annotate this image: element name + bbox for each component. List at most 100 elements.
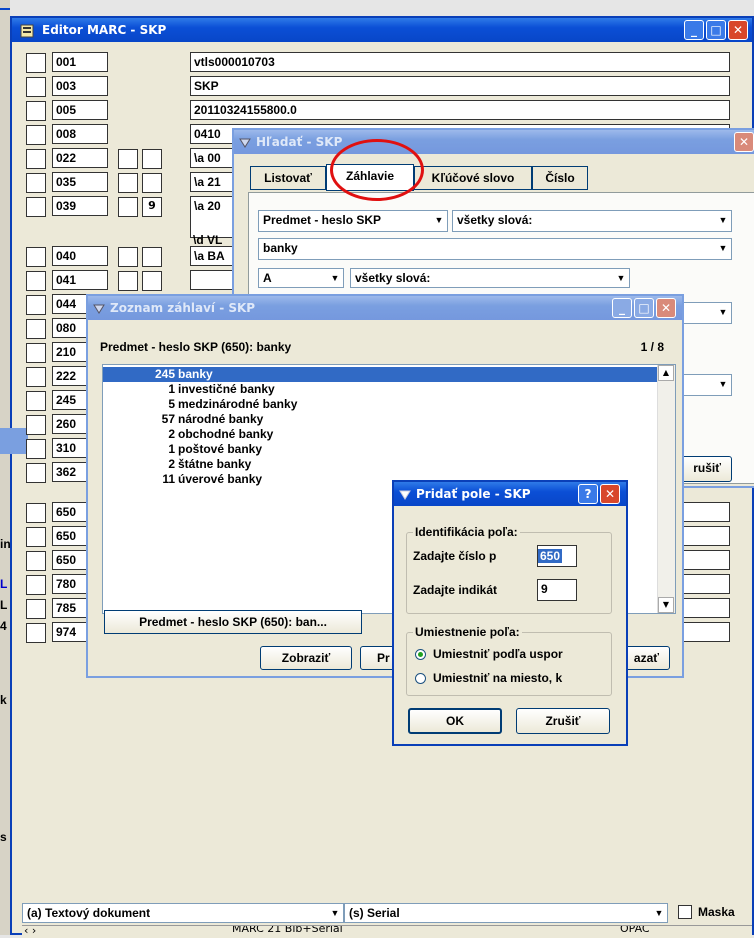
heading-list-item[interactable]: 5 medzinárodné banky: [103, 397, 657, 412]
heading-list-header: Predmet - heslo SKP (650): banky: [100, 340, 292, 354]
row-select-checkbox[interactable]: [26, 77, 46, 97]
marc-value-field[interactable]: 20110324155800.0: [190, 100, 730, 120]
close-icon[interactable]: ✕: [600, 484, 620, 504]
indicator-1-field[interactable]: [118, 149, 138, 169]
search-term-input[interactable]: banky ▼: [258, 238, 732, 260]
heading-list-scrollbar[interactable]: ▲ ▼: [657, 365, 675, 613]
field-identification-group: Identifikácia poľa: Zadajte číslo p 650 …: [406, 525, 612, 614]
row-select-checkbox[interactable]: [26, 367, 46, 387]
boolean-operator-select[interactable]: A ▼: [258, 268, 344, 288]
close-icon[interactable]: ✕: [656, 298, 676, 318]
maximize-icon[interactable]: □: [706, 20, 726, 40]
tab-listovat[interactable]: Listovať: [250, 166, 326, 190]
row-select-checkbox[interactable]: [26, 527, 46, 547]
marc-tag-field[interactable]: 039: [52, 196, 108, 216]
heading-list-item[interactable]: 1 investičné banky: [103, 382, 657, 397]
maximize-icon[interactable]: □: [634, 298, 654, 318]
chevron-down-icon: ▼: [654, 908, 664, 918]
marc-tag-field[interactable]: 001: [52, 52, 108, 72]
marc-tag-field[interactable]: 035: [52, 172, 108, 192]
heading-list-item[interactable]: 2 štátne banky: [103, 457, 657, 472]
row-select-checkbox[interactable]: [26, 391, 46, 411]
document-type-select[interactable]: (a) Textový dokument ▼: [22, 903, 344, 923]
tab-cislo[interactable]: Číslo: [532, 166, 588, 190]
row-select-checkbox[interactable]: [26, 149, 46, 169]
indicator-1-field[interactable]: [118, 197, 138, 217]
heading-label: investičné banky: [178, 382, 275, 396]
indicator-1-field[interactable]: [118, 247, 138, 267]
scroll-up-icon[interactable]: ▲: [658, 365, 674, 381]
cancel-button[interactable]: Zrušiť: [516, 708, 610, 734]
heading-count: 5: [168, 397, 175, 411]
row-select-checkbox[interactable]: [26, 101, 46, 121]
marc-value-field[interactable]: vtls000010703: [190, 52, 730, 72]
indicator-2-field[interactable]: [142, 271, 162, 291]
row-select-checkbox[interactable]: [26, 463, 46, 483]
heading-list-item[interactable]: 57 národné banky: [103, 412, 657, 427]
row-select-checkbox[interactable]: [26, 197, 46, 217]
radio-at-position[interactable]: Umiestniť na miesto, k: [415, 671, 611, 687]
add-field-titlebar[interactable]: Pridať pole - SKP ? ✕: [394, 482, 626, 506]
indicator-2-field[interactable]: [142, 149, 162, 169]
marc-tag-field[interactable]: 008: [52, 124, 108, 144]
search-mode-select-2[interactable]: všetky slová: ▼: [350, 268, 630, 288]
radio-by-order[interactable]: Umiestniť podľa uspor: [415, 647, 611, 663]
row-select-checkbox[interactable]: [26, 271, 46, 291]
heading-label: obchodné banky: [178, 427, 274, 441]
radio-at-position-label: Umiestniť na miesto, k: [433, 671, 563, 685]
chevron-down-icon: ▼: [616, 273, 626, 283]
row-select-checkbox[interactable]: [26, 599, 46, 619]
indicator-input[interactable]: 9: [537, 579, 577, 601]
scroll-down-icon[interactable]: ▼: [658, 597, 674, 613]
marc-tag-field[interactable]: 040: [52, 246, 108, 266]
nav-arrows[interactable]: ‹ ›: [24, 926, 36, 937]
marc-tag-field[interactable]: 005: [52, 100, 108, 120]
tag-input[interactable]: 650: [537, 545, 577, 567]
row-select-checkbox[interactable]: [26, 53, 46, 73]
row-select-checkbox[interactable]: [26, 415, 46, 435]
row-select-checkbox[interactable]: [26, 319, 46, 339]
row-select-checkbox[interactable]: [26, 503, 46, 523]
heading-count: 245: [154, 367, 175, 381]
search-titlebar[interactable]: Hľadať - SKP ✕: [234, 130, 754, 154]
indicator-1-field[interactable]: [118, 271, 138, 291]
background-text-1: in: [0, 537, 11, 551]
indicator-2-field[interactable]: [142, 173, 162, 193]
help-icon[interactable]: ?: [578, 484, 598, 504]
row-select-checkbox[interactable]: [26, 343, 46, 363]
marc-value-field[interactable]: SKP: [190, 76, 730, 96]
marc-tag-field[interactable]: 022: [52, 148, 108, 168]
row-select-checkbox[interactable]: [26, 575, 46, 595]
row-select-checkbox[interactable]: [26, 125, 46, 145]
maska-checkbox[interactable]: [678, 905, 692, 919]
row-select-checkbox[interactable]: [26, 247, 46, 267]
heading-list-titlebar[interactable]: Zoznam záhlaví - SKP _ □ ✕: [88, 296, 682, 320]
close-icon[interactable]: ✕: [734, 132, 754, 152]
heading-list-item[interactable]: 1 poštové banky: [103, 442, 657, 457]
ok-button[interactable]: OK: [408, 708, 502, 734]
row-select-checkbox[interactable]: [26, 173, 46, 193]
show-button[interactable]: Zobraziť: [260, 646, 352, 670]
marc-editor-titlebar[interactable]: Editor MARC - SKP _ □ ✕: [12, 18, 752, 42]
row-select-checkbox[interactable]: [26, 551, 46, 571]
indicator-2-field[interactable]: 9: [142, 197, 162, 217]
row-select-checkbox[interactable]: [26, 295, 46, 315]
row-select-checkbox[interactable]: [26, 439, 46, 459]
indicator-2-field[interactable]: [142, 247, 162, 267]
heading-list-item[interactable]: 2 obchodné banky: [103, 427, 657, 442]
tab-klucove-slovo[interactable]: Kľúčové slovo: [414, 166, 532, 190]
marc-tag-field[interactable]: 041: [52, 270, 108, 290]
search-mode-select-1[interactable]: všetky slová: ▼: [452, 210, 732, 232]
marc-tag-field[interactable]: 003: [52, 76, 108, 96]
heading-field-button[interactable]: Predmet - heslo SKP (650): ban...: [104, 610, 362, 634]
close-icon[interactable]: ✕: [728, 20, 748, 40]
search-field-select[interactable]: Predmet - heslo SKP ▼: [258, 210, 448, 232]
minimize-icon[interactable]: _: [684, 20, 704, 40]
bib-level-select[interactable]: (s) Serial ▼: [344, 903, 668, 923]
row-select-checkbox[interactable]: [26, 623, 46, 643]
chevron-down-icon: ▼: [718, 243, 728, 253]
minimize-icon[interactable]: _: [612, 298, 632, 318]
indicator-1-field[interactable]: [118, 173, 138, 193]
heading-list-item[interactable]: 245 banky: [103, 367, 657, 382]
status-right: OPAC: [620, 925, 650, 935]
